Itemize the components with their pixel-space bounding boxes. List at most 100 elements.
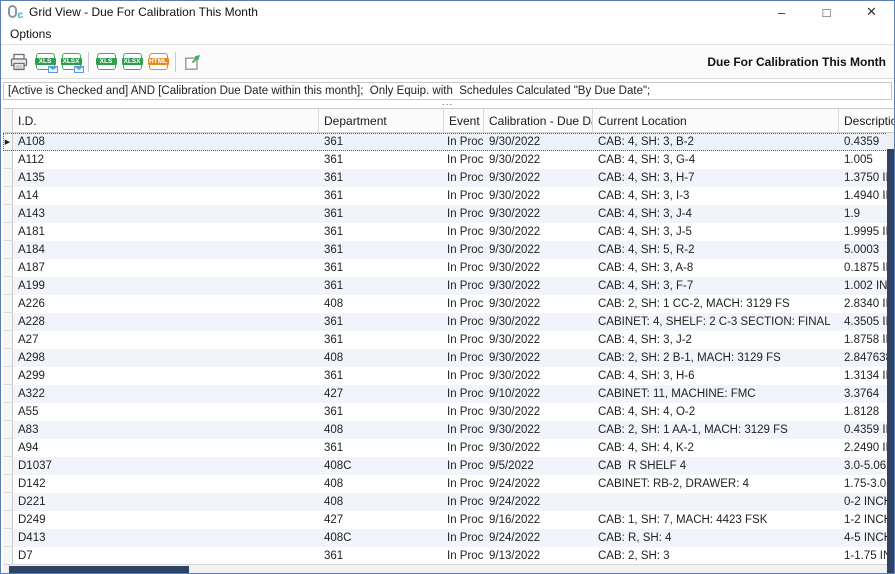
- table-row[interactable]: A184361In Proc9/30/2022CAB: 4, SH: 5, R-…: [3, 241, 894, 259]
- cell-id[interactable]: A94: [13, 439, 319, 457]
- table-row[interactable]: A226408In Proc9/30/2022CAB: 2, SH: 1 CC-…: [3, 295, 894, 313]
- cell-due[interactable]: 9/30/2022: [484, 169, 593, 187]
- cell-location[interactable]: [593, 493, 839, 511]
- cell-department[interactable]: 361: [319, 169, 444, 187]
- cell-event[interactable]: In Proc: [444, 421, 484, 439]
- column-header-id[interactable]: I.D.: [13, 109, 319, 132]
- cell-id[interactable]: A27: [13, 331, 319, 349]
- row-selector-cell[interactable]: [3, 277, 13, 295]
- cell-id[interactable]: A108: [13, 133, 319, 151]
- cell-location[interactable]: CAB: 4, SH: 4, O-2: [593, 403, 839, 421]
- horizontal-scrollbar[interactable]: [3, 564, 887, 573]
- minimize-button[interactable]: –: [759, 1, 804, 23]
- cell-due[interactable]: 9/30/2022: [484, 223, 593, 241]
- cell-description[interactable]: 2.847638: [839, 349, 894, 367]
- table-row[interactable]: A181361In Proc9/30/2022CAB: 4, SH: 3, J-…: [3, 223, 894, 241]
- cell-id[interactable]: A199: [13, 277, 319, 295]
- cell-location[interactable]: CAB: 4, SH: 5, R-2: [593, 241, 839, 259]
- cell-due[interactable]: 9/30/2022: [484, 349, 593, 367]
- cell-location[interactable]: CAB: 4, SH: 3, H-6: [593, 367, 839, 385]
- cell-department[interactable]: 408: [319, 349, 444, 367]
- table-row[interactable]: A112361In Proc9/30/2022CAB: 4, SH: 3, G-…: [3, 151, 894, 169]
- cell-department[interactable]: 361: [319, 313, 444, 331]
- cell-department[interactable]: 361: [319, 187, 444, 205]
- cell-event[interactable]: In Proc: [444, 385, 484, 403]
- cell-location[interactable]: CABINET: 4, SHELF: 2 C-3 SECTION: FINAL: [593, 313, 839, 331]
- cell-id[interactable]: A228: [13, 313, 319, 331]
- row-selector-cell[interactable]: [3, 493, 13, 511]
- table-row[interactable]: ▶A108361In Proc9/30/2022CAB: 4, SH: 3, B…: [3, 133, 894, 151]
- cell-department[interactable]: 361: [319, 547, 444, 565]
- table-row[interactable]: A322427In Proc9/10/2022CABINET: 11, MACH…: [3, 385, 894, 403]
- cell-event[interactable]: In Proc: [444, 205, 484, 223]
- cell-id[interactable]: D221: [13, 493, 319, 511]
- cell-due[interactable]: 9/30/2022: [484, 295, 593, 313]
- cell-department[interactable]: 408: [319, 493, 444, 511]
- cell-description[interactable]: 3.3764: [839, 385, 894, 403]
- cell-department[interactable]: 361: [319, 223, 444, 241]
- cell-event[interactable]: In Proc: [444, 223, 484, 241]
- cell-id[interactable]: A83: [13, 421, 319, 439]
- table-row[interactable]: A228361In Proc9/30/2022CABINET: 4, SHELF…: [3, 313, 894, 331]
- open-export-button[interactable]: [180, 49, 206, 75]
- cell-id[interactable]: A55: [13, 403, 319, 421]
- cell-department[interactable]: 361: [319, 259, 444, 277]
- menu-options[interactable]: Options: [1, 23, 60, 44]
- table-row[interactable]: A299361In Proc9/30/2022CAB: 4, SH: 3, H-…: [3, 367, 894, 385]
- cell-id[interactable]: D142: [13, 475, 319, 493]
- cell-due[interactable]: 9/30/2022: [484, 331, 593, 349]
- cell-location[interactable]: CABINET: RB-2, DRAWER: 4: [593, 475, 839, 493]
- row-selector-cell[interactable]: [3, 475, 13, 493]
- cell-description[interactable]: 0-2 INCH,: [839, 493, 894, 511]
- cell-id[interactable]: A322: [13, 385, 319, 403]
- cell-department[interactable]: 361: [319, 151, 444, 169]
- export-xls-button[interactable]: XLS: [93, 49, 119, 75]
- table-row[interactable]: D142408In Proc9/24/2022CABINET: RB-2, DR…: [3, 475, 894, 493]
- row-selector-cell[interactable]: [3, 529, 13, 547]
- row-selector-cell[interactable]: [3, 241, 13, 259]
- cell-description[interactable]: 4-5 INCH: [839, 529, 894, 547]
- cell-location[interactable]: CAB: 4, SH: 3, J-4: [593, 205, 839, 223]
- cell-due[interactable]: 9/5/2022: [484, 457, 593, 475]
- column-header-description[interactable]: Description: [839, 109, 894, 132]
- row-selector-cell[interactable]: [3, 367, 13, 385]
- cell-location[interactable]: CAB: 2, SH: 1 CC-2, MACH: 3129 FS: [593, 295, 839, 313]
- row-selector-cell[interactable]: [3, 349, 13, 367]
- cell-location[interactable]: CAB: 4, SH: 3, G-4: [593, 151, 839, 169]
- cell-due[interactable]: 9/30/2022: [484, 205, 593, 223]
- cell-event[interactable]: In Proc: [444, 277, 484, 295]
- cell-department[interactable]: 361: [319, 439, 444, 457]
- cell-location[interactable]: CAB: 4, SH: 4, K-2: [593, 439, 839, 457]
- cell-department[interactable]: 361: [319, 205, 444, 223]
- row-selector-cell[interactable]: [3, 403, 13, 421]
- cell-description[interactable]: 0.4359 INC: [839, 421, 894, 439]
- cell-due[interactable]: 9/30/2022: [484, 421, 593, 439]
- cell-event[interactable]: In Proc: [444, 313, 484, 331]
- cell-event[interactable]: In Proc: [444, 187, 484, 205]
- cell-description[interactable]: 0.1875 INC: [839, 259, 894, 277]
- cell-description[interactable]: 1.9: [839, 205, 894, 223]
- row-selector-cell[interactable]: [3, 313, 13, 331]
- cell-event[interactable]: In Proc: [444, 475, 484, 493]
- splitter-handle[interactable]: ...: [1, 100, 894, 108]
- vertical-scrollbar-thumb[interactable]: [887, 149, 894, 573]
- cell-id[interactable]: A143: [13, 205, 319, 223]
- row-selector-cell[interactable]: [3, 547, 13, 565]
- cell-due[interactable]: 9/30/2022: [484, 151, 593, 169]
- table-row[interactable]: A27361In Proc9/30/2022CAB: 4, SH: 3, J-2…: [3, 331, 894, 349]
- cell-event[interactable]: In Proc: [444, 151, 484, 169]
- cell-event[interactable]: In Proc: [444, 511, 484, 529]
- cell-description[interactable]: 1.8758 INC: [839, 331, 894, 349]
- row-selector-cell[interactable]: [3, 457, 13, 475]
- cell-department[interactable]: 361: [319, 133, 444, 151]
- cell-location[interactable]: CAB: 2, SH: 2 B-1, MACH: 3129 FS: [593, 349, 839, 367]
- cell-location[interactable]: CAB: 2, SH: 3: [593, 547, 839, 565]
- cell-department[interactable]: 427: [319, 511, 444, 529]
- cell-due[interactable]: 9/16/2022: [484, 511, 593, 529]
- cell-location[interactable]: CAB: 4, SH: 3, A-8: [593, 259, 839, 277]
- table-row[interactable]: D1037408CIn Proc9/5/2022CAB R SHELF 43.0…: [3, 457, 894, 475]
- table-row[interactable]: A94361In Proc9/30/2022CAB: 4, SH: 4, K-2…: [3, 439, 894, 457]
- cell-due[interactable]: 9/24/2022: [484, 475, 593, 493]
- cell-id[interactable]: A14: [13, 187, 319, 205]
- cell-event[interactable]: In Proc: [444, 529, 484, 547]
